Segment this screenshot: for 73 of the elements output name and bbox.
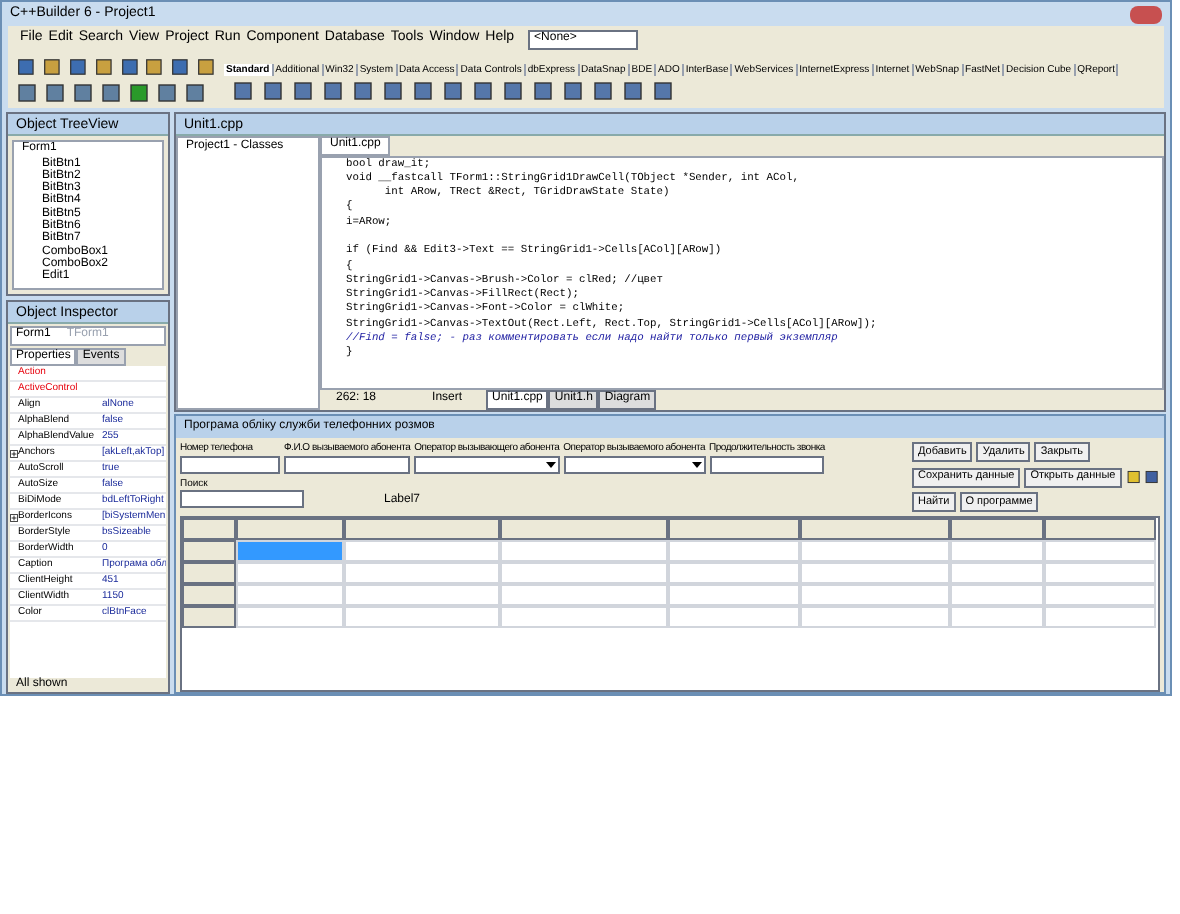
- grid-cell[interactable]: [800, 584, 950, 606]
- component-icon[interactable]: [292, 80, 314, 102]
- toolbar-icon[interactable]: [156, 82, 178, 104]
- component-icon[interactable]: [622, 80, 644, 102]
- grid-cell[interactable]: [950, 540, 1044, 562]
- grid-cell[interactable]: [668, 540, 800, 562]
- component-icon[interactable]: [412, 80, 434, 102]
- dropdown-arrow-icon[interactable]: [689, 458, 704, 472]
- input-field[interactable]: [180, 490, 304, 509]
- grid-row-header[interactable]: [182, 606, 236, 628]
- grid-cell[interactable]: [344, 540, 500, 562]
- toolbar-icon[interactable]: [144, 56, 165, 78]
- close-button[interactable]: [1130, 5, 1162, 23]
- grid-cell[interactable]: [500, 606, 668, 628]
- toolbar-icon[interactable]: [93, 56, 113, 78]
- grid-cell[interactable]: [950, 584, 1044, 606]
- grid-cell[interactable]: [236, 606, 344, 628]
- combo-box[interactable]: [414, 456, 560, 474]
- component-icon[interactable]: [562, 80, 584, 102]
- toolbar-icon[interactable]: [128, 82, 150, 104]
- dropdown-arrow-icon[interactable]: [543, 458, 558, 472]
- component-icon[interactable]: [322, 80, 344, 102]
- toolbar-icon[interactable]: [119, 56, 139, 78]
- grid-cell[interactable]: [950, 562, 1044, 584]
- grid-cell[interactable]: [668, 606, 800, 628]
- input-field[interactable]: [709, 456, 825, 474]
- grid-cell[interactable]: [236, 540, 344, 562]
- toolbar-icon[interactable]: [184, 82, 206, 104]
- grid-cell[interactable]: [236, 562, 344, 584]
- grid-cell[interactable]: [1044, 540, 1156, 562]
- grid-cell[interactable]: [500, 562, 668, 584]
- grid-row-header[interactable]: [182, 562, 236, 584]
- expand-icon[interactable]: [10, 449, 18, 457]
- grid-cell[interactable]: [236, 584, 344, 606]
- expand-icon[interactable]: [10, 513, 18, 521]
- component-icon[interactable]: [502, 80, 524, 102]
- combo-box[interactable]: [563, 456, 706, 474]
- grid-cell[interactable]: [1044, 562, 1156, 584]
- component-icon[interactable]: [472, 80, 494, 102]
- grid-cell[interactable]: [800, 606, 950, 628]
- toolbar-icon[interactable]: [170, 56, 191, 78]
- toolbar-icon[interactable]: [16, 56, 36, 78]
- grid-cell[interactable]: [500, 584, 668, 606]
- toolbar-icon[interactable]: [44, 82, 66, 104]
- input-field[interactable]: [180, 456, 280, 474]
- grid-cell[interactable]: [500, 540, 668, 562]
- component-icon[interactable]: [382, 80, 404, 102]
- toolbar-icon[interactable]: [41, 56, 62, 78]
- component-icon[interactable]: [532, 80, 554, 102]
- component-icon[interactable]: [352, 80, 374, 102]
- grid-cell[interactable]: [668, 584, 800, 606]
- grid-row-header[interactable]: [182, 584, 236, 606]
- grid-cell[interactable]: [950, 606, 1044, 628]
- grid-cell[interactable]: [1044, 584, 1156, 606]
- component-icon[interactable]: [232, 80, 254, 102]
- component-icon[interactable]: [262, 80, 284, 102]
- component-icon[interactable]: [592, 80, 614, 102]
- grid-cell[interactable]: [344, 584, 500, 606]
- toolbar-icon[interactable]: [72, 82, 94, 104]
- toolbar-icon[interactable]: [196, 56, 216, 78]
- toolbar-icon[interactable]: [16, 82, 38, 104]
- grid-cell[interactable]: [344, 562, 500, 584]
- grid-cell[interactable]: [800, 562, 950, 584]
- component-icon[interactable]: [652, 80, 674, 102]
- grid-cell[interactable]: [668, 562, 800, 584]
- toolbar-icon[interactable]: [100, 82, 122, 104]
- grid-cell[interactable]: [1044, 606, 1156, 628]
- grid-cell[interactable]: [344, 606, 500, 628]
- grid-row-header[interactable]: [182, 540, 236, 562]
- component-icon[interactable]: [442, 80, 464, 102]
- toolbar-icon[interactable]: [67, 56, 88, 78]
- grid-cell[interactable]: [800, 540, 950, 562]
- input-field[interactable]: [284, 456, 411, 474]
